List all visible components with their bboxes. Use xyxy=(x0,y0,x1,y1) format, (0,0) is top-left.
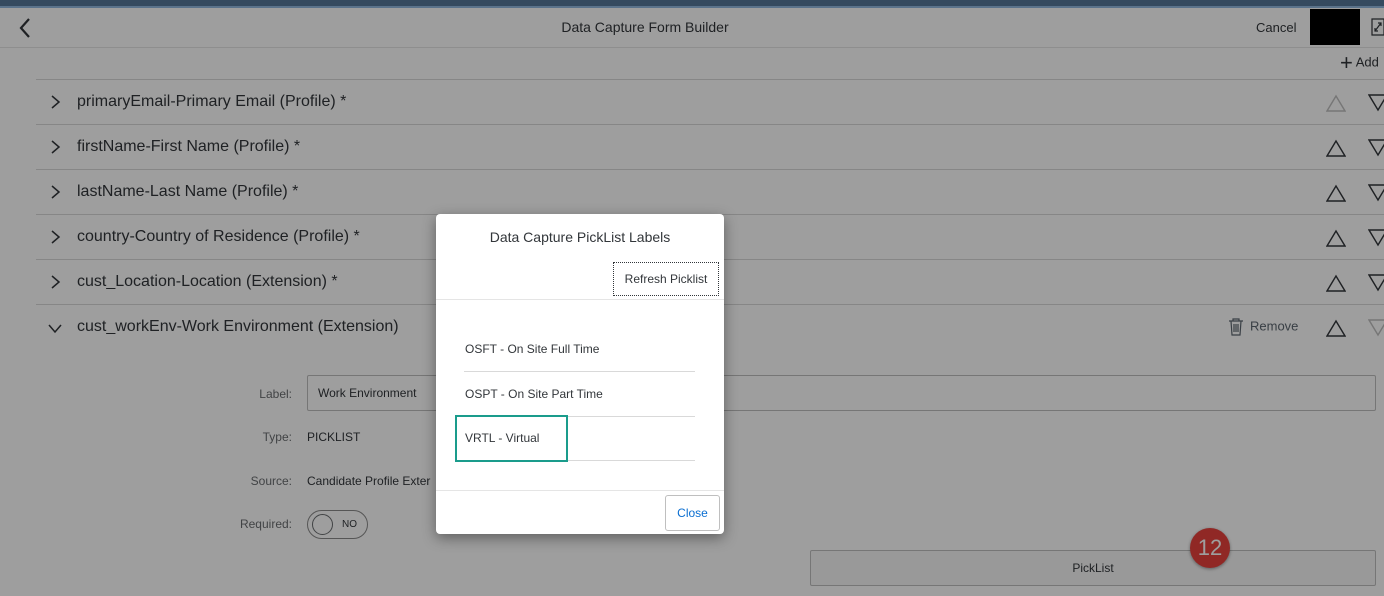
shell-bar xyxy=(0,0,1384,8)
picklist-option[interactable]: OSFT - On Site Full Time xyxy=(464,328,695,372)
dialog-title: Data Capture PickList Labels xyxy=(489,229,671,245)
refresh-picklist-button[interactable]: Refresh Picklist xyxy=(613,262,719,296)
close-button[interactable]: Close xyxy=(665,495,720,531)
highlight-box xyxy=(455,415,568,462)
picklist-labels-dialog: Data Capture PickList Labels Refresh Pic… xyxy=(436,214,724,534)
picklist-option-label: OSFT - On Site Full Time xyxy=(465,342,600,356)
divider xyxy=(436,299,724,300)
divider xyxy=(436,490,724,491)
picklist-option-label: OSPT - On Site Part Time xyxy=(465,387,603,401)
picklist-option[interactable]: OSPT - On Site Part Time xyxy=(464,373,695,417)
